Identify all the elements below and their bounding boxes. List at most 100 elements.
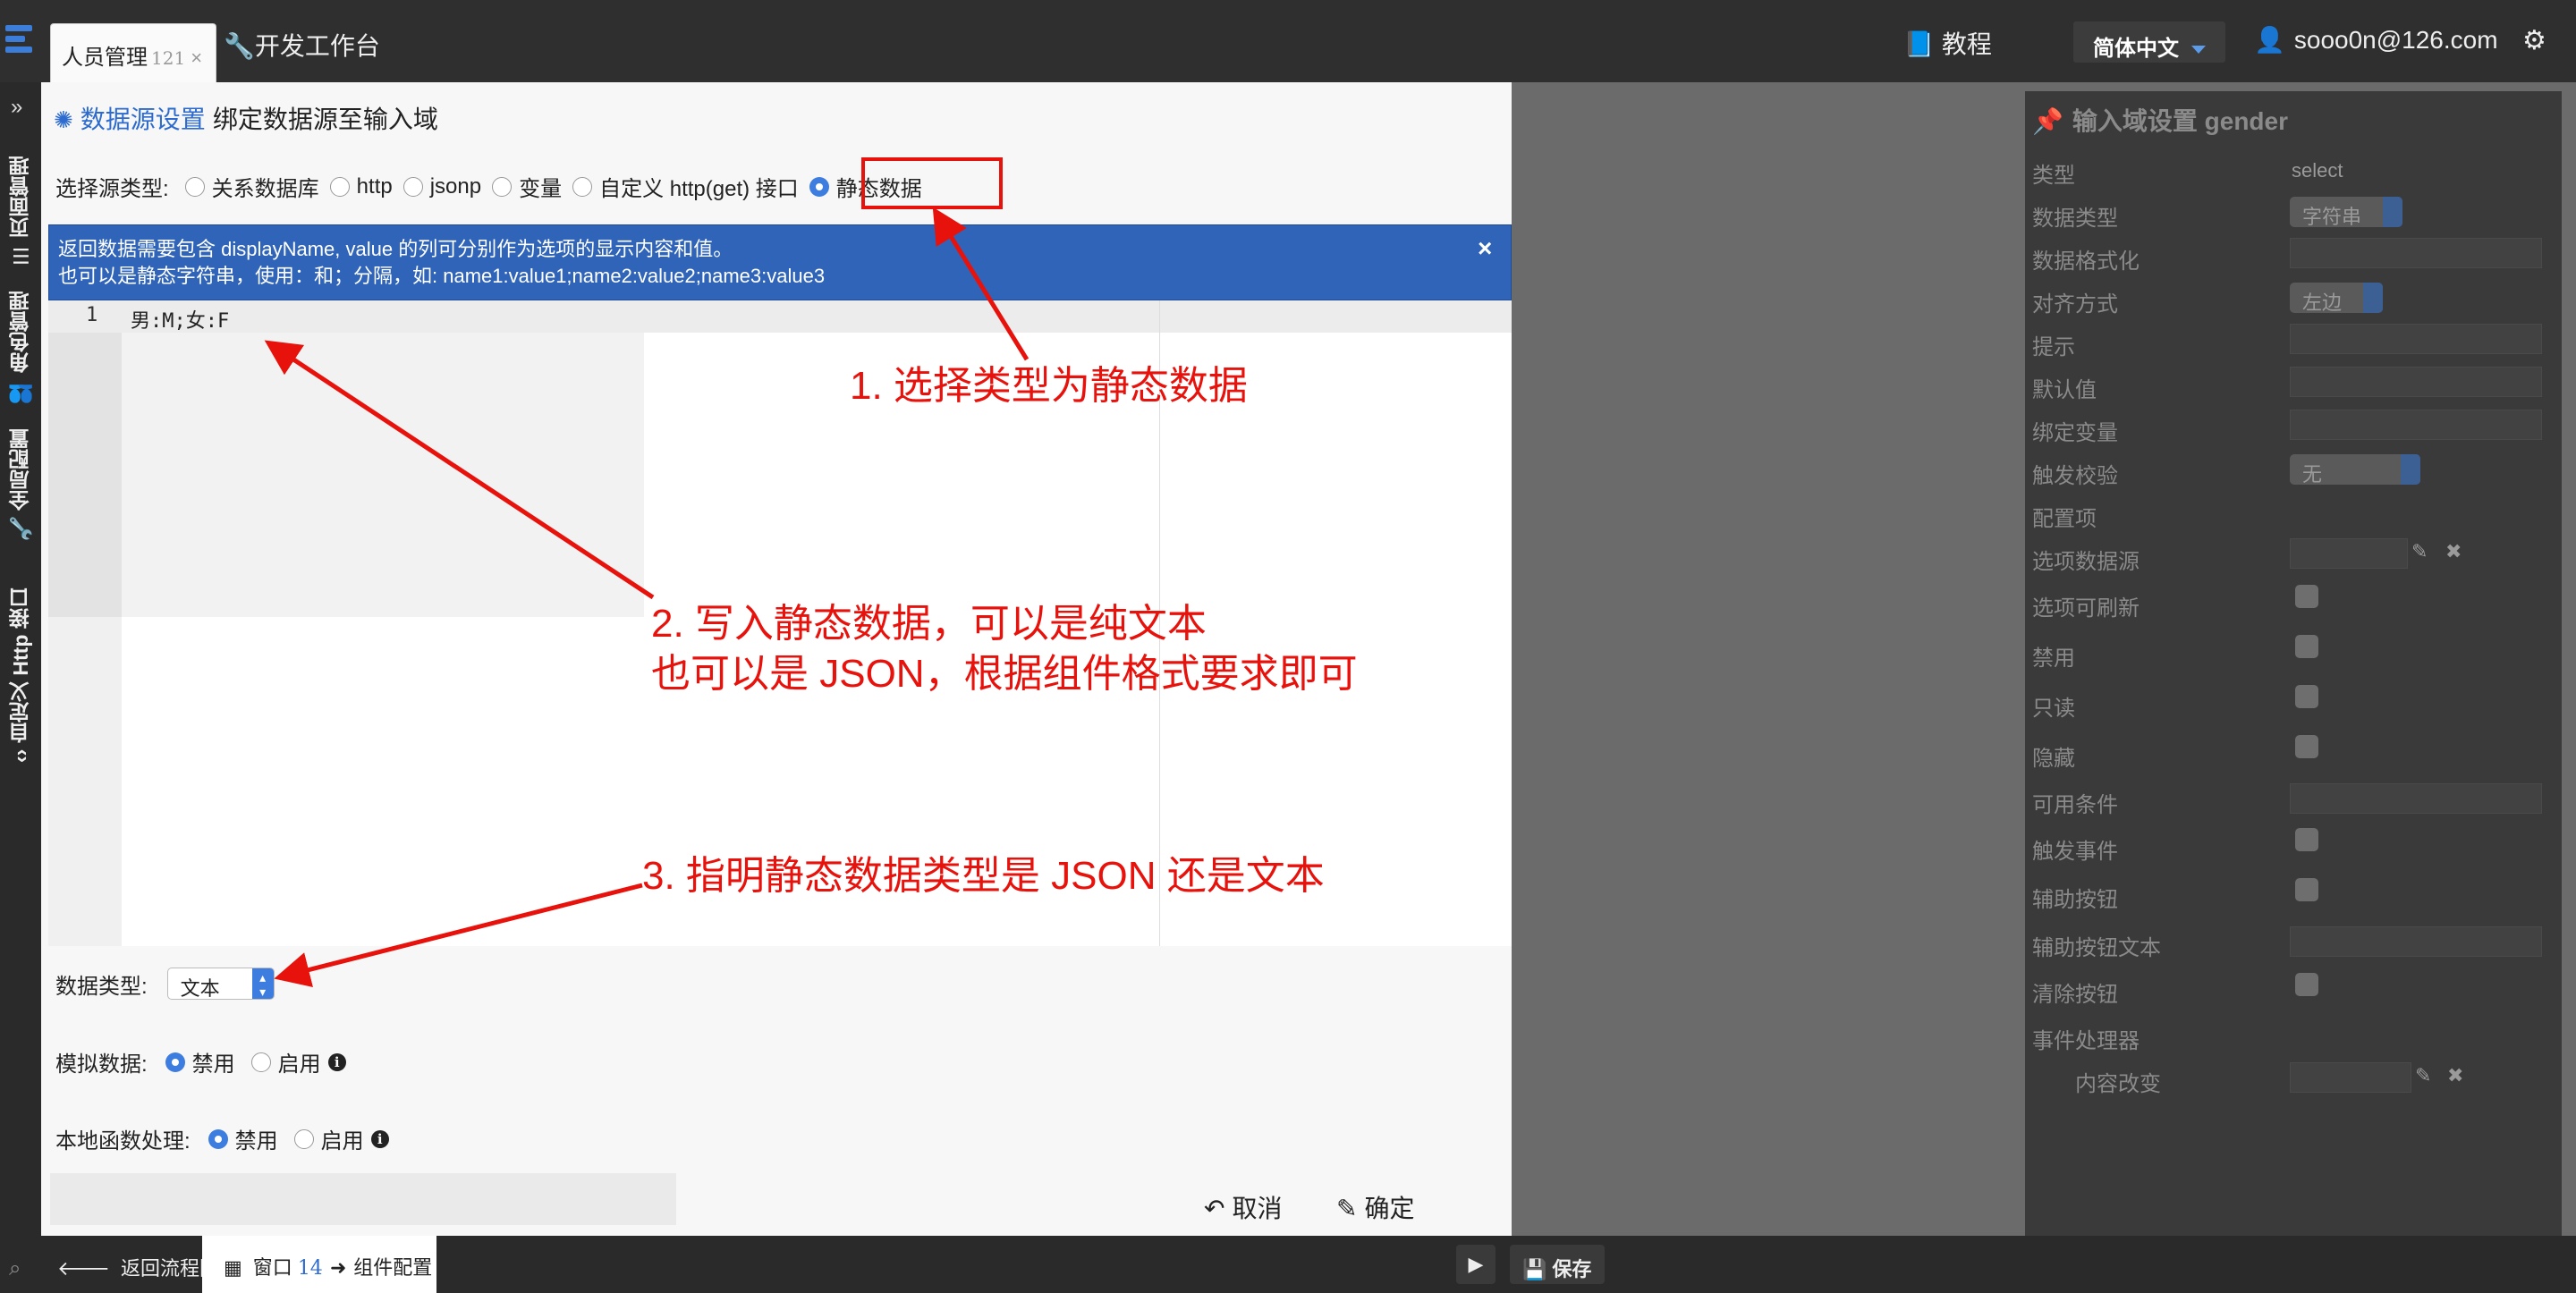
- prop-trigger-event-checkbox[interactable]: [2295, 828, 2318, 851]
- radio-button-selected[interactable]: [208, 1128, 228, 1149]
- editor-text[interactable]: 男:M;女:F: [131, 305, 229, 334]
- source-option-rdb[interactable]: 关系数据库: [184, 171, 319, 202]
- tutorial-link[interactable]: 📘 教程: [1903, 25, 1992, 61]
- prop-available-condition-input[interactable]: [2290, 783, 2542, 814]
- edit-icon[interactable]: ✎: [2411, 540, 2428, 563]
- sidebar-toggle-icon[interactable]: »: [11, 95, 22, 120]
- prop-select-value: 左边: [2302, 292, 2343, 314]
- radio-button[interactable]: [250, 1052, 271, 1072]
- info-banner: 返回数据需要包含 displayName, value 的列可分别作为选项的显示…: [48, 224, 1512, 300]
- prop-datatype-select[interactable]: 字符串: [2290, 197, 2402, 228]
- info-close-icon[interactable]: ×: [1478, 234, 1492, 263]
- language-select[interactable]: 简体中文: [2073, 21, 2225, 63]
- select-spinner-icon: [2383, 197, 2402, 227]
- source-option-custom-http[interactable]: 自定义 http(get) 接口: [572, 171, 799, 202]
- edit-icon[interactable]: ✎: [2415, 1064, 2431, 1087]
- sidebar-item-label: 角色管理: [9, 290, 32, 373]
- info-icon[interactable]: i: [370, 1129, 389, 1148]
- source-option-jsonp[interactable]: jsonp: [402, 173, 482, 199]
- radio-button[interactable]: [293, 1128, 314, 1149]
- prop-content-change-input[interactable]: [2290, 1062, 2411, 1093]
- book-icon: 📘: [1903, 30, 1935, 58]
- option-label: 自定义 http(get) 接口: [599, 177, 799, 201]
- prop-label: 清除按钮: [2032, 983, 2118, 1007]
- prop-aux-button-text-input[interactable]: [2290, 926, 2542, 957]
- local-fn-option-enable[interactable]: 启用 i: [293, 1123, 389, 1154]
- select-spinner-icon: [2401, 454, 2420, 485]
- option-label: 启用: [320, 1129, 364, 1154]
- prop-label: 辅助按钮文本: [2032, 936, 2161, 960]
- source-option-variable[interactable]: 变量: [492, 171, 562, 202]
- clear-icon[interactable]: ✖: [2445, 540, 2462, 563]
- info-icon[interactable]: i: [327, 1052, 346, 1071]
- prop-option-source-input[interactable]: [2290, 538, 2408, 569]
- prop-aux-button-checkbox[interactable]: [2295, 878, 2318, 901]
- tab-close-icon[interactable]: ×: [191, 46, 202, 69]
- pencil-icon: ✎: [1336, 1195, 1358, 1222]
- devtools-tab[interactable]: 🔧开发工作台: [224, 27, 380, 63]
- sidebar-item-label: 自定义 Http 接口: [9, 587, 32, 744]
- user-menu[interactable]: 👤 sooo0n@126.com: [2254, 25, 2498, 55]
- sidebar-item-global-config[interactable]: 🔧 全局配置: [2, 422, 39, 547]
- source-option-http[interactable]: http: [329, 174, 393, 199]
- option-label: jsonp: [429, 173, 482, 199]
- radio-button[interactable]: [572, 176, 593, 197]
- prop-select-value: 字符串: [2302, 206, 2362, 228]
- prop-bind-variable-input[interactable]: [2290, 410, 2542, 440]
- dialog-subtitle: 绑定数据源至输入域: [212, 106, 438, 133]
- play-button[interactable]: ▶: [1456, 1245, 1496, 1284]
- radio-button[interactable]: [492, 176, 513, 197]
- cancel-button[interactable]: ↶ 取消: [1204, 1189, 1282, 1225]
- tab-people-management[interactable]: 人员管理 121 ×: [50, 23, 216, 82]
- devtools-label: 开发工作台: [254, 32, 380, 60]
- prop-align-select[interactable]: 左边: [2290, 283, 2383, 314]
- settings-gear-icon[interactable]: ⚙: [2522, 25, 2546, 56]
- prop-readonly-checkbox[interactable]: [2295, 685, 2318, 708]
- highlight-box-static: [861, 157, 1003, 209]
- mock-option-enable[interactable]: 启用 i: [250, 1046, 346, 1078]
- users-icon: 👥: [9, 377, 32, 404]
- prop-label: 选项可刷新: [2032, 596, 2140, 621]
- prop-refreshable-checkbox[interactable]: [2295, 585, 2318, 608]
- sidebar-item-page-management[interactable]: ☰ 页面管理: [2, 150, 39, 272]
- annotation-note-2-line-2: 也可以是 JSON，根据组件格式要求即可: [651, 652, 1358, 696]
- wrench-icon: 🔧: [9, 515, 32, 542]
- hamburger-logo-icon[interactable]: [0, 25, 36, 61]
- local-fn-option-disable[interactable]: 禁用: [208, 1123, 278, 1154]
- annotation-note-1: 1. 选择类型为静态数据: [850, 364, 1248, 408]
- save-button[interactable]: 💾 保存: [1510, 1245, 1605, 1284]
- radio-button[interactable]: [329, 176, 350, 197]
- sidebar-item-custom-http[interactable]: ‹› 自定义 Http 接口: [2, 572, 39, 778]
- prop-label: 只读: [2032, 697, 2075, 721]
- mock-option-disable[interactable]: 禁用: [165, 1046, 235, 1078]
- local-function-label: 本地函数处理:: [55, 1129, 191, 1154]
- radio-button-selected[interactable]: [165, 1052, 185, 1072]
- prop-hint-input[interactable]: [2290, 324, 2542, 354]
- prop-label: 数据格式化: [2032, 249, 2140, 274]
- data-type-select[interactable]: 文本 ▴ ▾: [166, 968, 275, 1000]
- radio-button[interactable]: [402, 176, 423, 197]
- prop-default-input[interactable]: [2290, 367, 2542, 397]
- radio-button-selected[interactable]: [809, 176, 829, 197]
- search-icon[interactable]: ⌕: [9, 1256, 21, 1281]
- prop-disabled-checkbox[interactable]: [2295, 635, 2318, 658]
- prop-format-input[interactable]: [2290, 238, 2542, 268]
- ok-button[interactable]: ✎ 确定: [1336, 1189, 1414, 1225]
- prop-hidden-checkbox[interactable]: [2295, 735, 2318, 758]
- prop-label: 选项数据源: [2032, 550, 2140, 574]
- window-label: 窗口: [252, 1256, 292, 1279]
- prop-label: 默认值: [2032, 378, 2097, 402]
- window-tab[interactable]: ▦ 窗口 14 ➜ 组件配置: [202, 1236, 436, 1293]
- mock-data-row: 模拟数据: 禁用 启用 i: [55, 1046, 362, 1078]
- arrow-right-icon: ➜: [329, 1256, 347, 1279]
- prop-label: 内容改变: [2075, 1072, 2161, 1096]
- radio-button[interactable]: [184, 176, 205, 197]
- prop-clear-button-checkbox[interactable]: [2295, 973, 2318, 996]
- select-spinner-icon: [2363, 283, 2383, 313]
- back-to-flowchart-button[interactable]: 🡐 返回流程图: [57, 1253, 219, 1281]
- panel-title: 📌 输入域设置 gender: [2032, 102, 2288, 138]
- prop-label: 可用条件: [2032, 793, 2118, 817]
- prop-validation-select[interactable]: 无: [2290, 454, 2420, 486]
- sidebar-item-role-management[interactable]: 👥 角色管理: [2, 286, 39, 408]
- clear-icon[interactable]: ✖: [2447, 1064, 2463, 1087]
